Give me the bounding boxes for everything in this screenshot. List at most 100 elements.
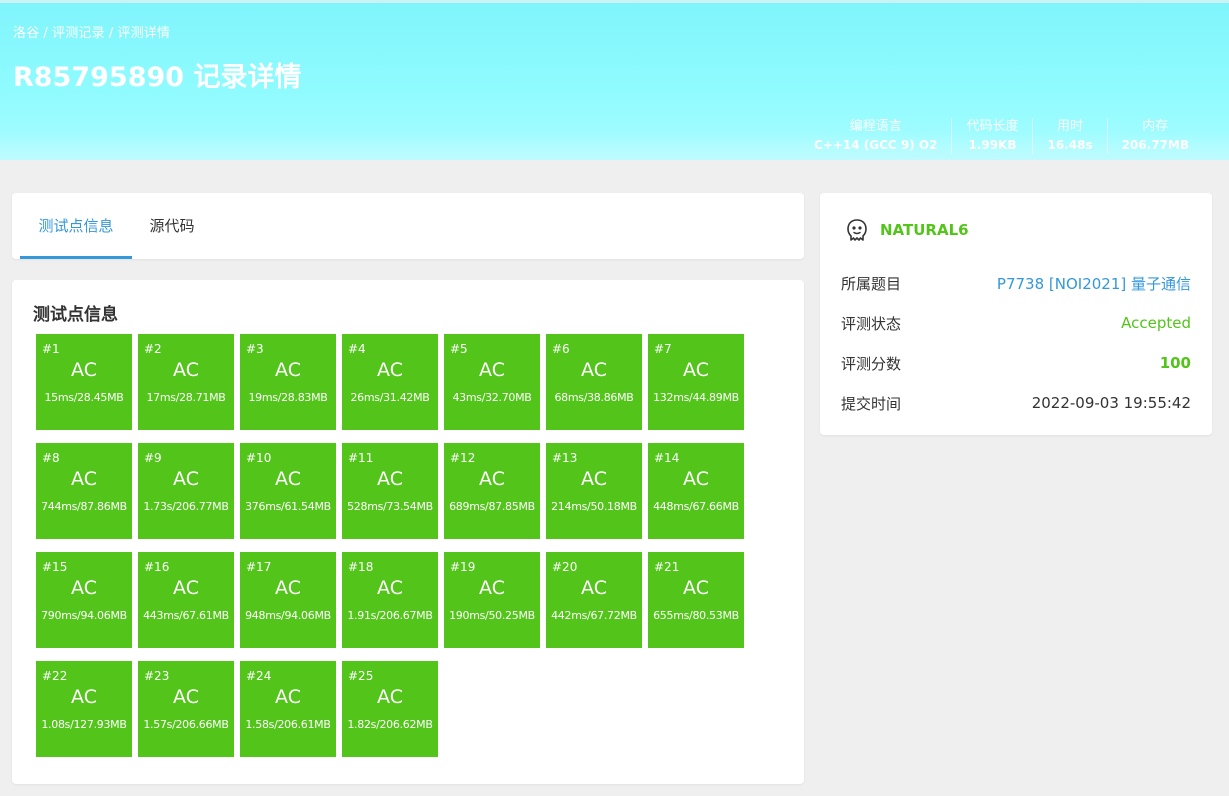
- testcase-id: #17: [246, 560, 272, 574]
- testcase-tile[interactable]: #11 AC 528ms/73.54MB: [342, 443, 438, 539]
- testcase-status: AC: [377, 359, 403, 381]
- stat-label: 编程语言: [849, 119, 902, 134]
- testcase-time-memory: 376ms/61.54MB: [245, 500, 331, 513]
- testcase-time-memory: 790ms/94.06MB: [41, 609, 127, 622]
- stat-value: 1.99KB: [968, 138, 1017, 152]
- testcase-time-memory: 448ms/67.66MB: [653, 500, 739, 513]
- testcase-status: AC: [581, 577, 607, 599]
- testcase-tile[interactable]: #24 AC 1.58s/206.61MB: [240, 661, 336, 757]
- testcase-id: #4: [348, 342, 366, 356]
- testcase-tile[interactable]: #6 AC 68ms/38.86MB: [546, 334, 642, 430]
- info-label: 评测状态: [841, 314, 902, 333]
- testcase-time-memory: 26ms/31.42MB: [350, 391, 430, 404]
- testcase-id: #21: [654, 560, 680, 574]
- testcase-grid: #1 AC 15ms/28.45MB #2 AC 17ms/28.71MB #3 AC 19ms…: [36, 334, 756, 757]
- testcase-id: #5: [450, 342, 468, 356]
- testcase-tile[interactable]: #16 AC 443ms/67.61MB: [138, 552, 234, 648]
- testcase-id: #6: [552, 342, 570, 356]
- testcase-id: #2: [144, 342, 162, 356]
- username-link[interactable]: NATURAL6: [880, 221, 969, 239]
- testcase-tile[interactable]: #20 AC 442ms/67.72MB: [546, 552, 642, 648]
- breadcrumb-separator: /: [108, 26, 114, 41]
- testcase-id: #25: [348, 669, 374, 683]
- status-value: Accepted: [1121, 314, 1191, 332]
- testcase-tile[interactable]: #15 AC 790ms/94.06MB: [36, 552, 132, 648]
- testcase-tile[interactable]: #2 AC 17ms/28.71MB: [138, 334, 234, 430]
- testcase-time-memory: 43ms/32.70MB: [452, 391, 532, 404]
- testcase-time-memory: 689ms/87.85MB: [449, 500, 535, 513]
- testcase-tile[interactable]: #23 AC 1.57s/206.66MB: [138, 661, 234, 757]
- testcase-tile[interactable]: #14 AC 448ms/67.66MB: [648, 443, 744, 539]
- testcase-tile[interactable]: #25 AC 1.82s/206.62MB: [342, 661, 438, 757]
- testcase-id: #11: [348, 451, 374, 465]
- testcase-tile[interactable]: #5 AC 43ms/32.70MB: [444, 334, 540, 430]
- testcase-time-memory: 655ms/80.53MB: [653, 609, 739, 622]
- testcase-tile[interactable]: #19 AC 190ms/50.25MB: [444, 552, 540, 648]
- testcase-tile[interactable]: #12 AC 689ms/87.85MB: [444, 443, 540, 539]
- user-avatar-icon: [847, 219, 867, 241]
- testcase-tile[interactable]: #17 AC 948ms/94.06MB: [240, 552, 336, 648]
- info-row-score: 评测分数 100: [841, 351, 1191, 375]
- testcase-id: #15: [42, 560, 68, 574]
- info-label: 评测分数: [841, 354, 902, 373]
- testcase-tile[interactable]: #1 AC 15ms/28.45MB: [36, 334, 132, 430]
- stat-code-length: 代码长度 1.99KB: [951, 118, 1032, 154]
- stat-memory: 内存 206.77MB: [1106, 118, 1203, 154]
- testcase-time-memory: 1.82s/206.62MB: [347, 718, 433, 731]
- testcase-id: #22: [42, 669, 68, 683]
- testcase-id: #9: [144, 451, 162, 465]
- testcase-status: AC: [275, 359, 301, 381]
- breadcrumb-item-luogu[interactable]: 洛谷: [13, 26, 39, 41]
- testcase-tile[interactable]: #21 AC 655ms/80.53MB: [648, 552, 744, 648]
- testcase-status: AC: [683, 468, 709, 490]
- breadcrumb-item-detail: 评测详情: [117, 26, 171, 41]
- testcase-status: AC: [275, 468, 301, 490]
- testcase-time-memory: 15ms/28.45MB: [44, 391, 124, 404]
- stat-label: 用时: [1057, 119, 1084, 134]
- testcase-time-memory: 1.91s/206.67MB: [347, 609, 433, 622]
- stat-value: C++14 (GCC 9) O2: [813, 138, 938, 152]
- testcase-status: AC: [71, 359, 97, 381]
- testcase-tile[interactable]: #22 AC 1.08s/127.93MB: [36, 661, 132, 757]
- testcase-tile[interactable]: #9 AC 1.73s/206.77MB: [138, 443, 234, 539]
- info-row-submit-time: 提交时间 2022-09-03 19:55:42: [841, 391, 1191, 415]
- testcase-time-memory: 1.57s/206.66MB: [143, 718, 229, 731]
- tab-testcase-info[interactable]: 测试点信息: [20, 193, 132, 259]
- testcase-status: AC: [173, 577, 199, 599]
- user-row: NATURAL6: [844, 217, 969, 243]
- info-label: 所属题目: [841, 274, 902, 293]
- testcase-status: AC: [479, 468, 505, 490]
- testcase-time-memory: 132ms/44.89MB: [653, 391, 739, 404]
- testcase-status: AC: [275, 686, 301, 708]
- stat-language: 编程语言 C++14 (GCC 9) O2: [800, 118, 951, 154]
- stat-value: 16.48s: [1047, 138, 1093, 152]
- record-stats: 编程语言 C++14 (GCC 9) O2 代码长度 1.99KB 用时 16.…: [800, 118, 1203, 154]
- testcase-tile[interactable]: #8 AC 744ms/87.86MB: [36, 443, 132, 539]
- testcase-status: AC: [71, 468, 97, 490]
- problem-link[interactable]: P7738 [NOI2021] 量子通信: [997, 273, 1191, 294]
- info-label: 提交时间: [841, 394, 902, 413]
- tab-source-code[interactable]: 源代码: [132, 193, 212, 259]
- testcase-tile[interactable]: #3 AC 19ms/28.83MB: [240, 334, 336, 430]
- testcase-id: #13: [552, 451, 578, 465]
- testcase-time-memory: 528ms/73.54MB: [347, 500, 433, 513]
- testcase-tile[interactable]: #4 AC 26ms/31.42MB: [342, 334, 438, 430]
- testcase-status: AC: [683, 359, 709, 381]
- stat-value: 206.77MB: [1121, 138, 1189, 152]
- breadcrumb-item-records[interactable]: 评测记录: [52, 26, 105, 41]
- testcase-id: #12: [450, 451, 476, 465]
- record-info-card: NATURAL6 所属题目 P7738 [NOI2021] 量子通信 评测状态 …: [820, 193, 1212, 435]
- testcase-status: AC: [479, 577, 505, 599]
- testcase-time-memory: 68ms/38.86MB: [554, 391, 634, 404]
- testcase-tile[interactable]: #18 AC 1.91s/206.67MB: [342, 552, 438, 648]
- testcase-status: AC: [581, 468, 607, 490]
- testcase-time-memory: 443ms/67.61MB: [143, 609, 229, 622]
- testcase-tile[interactable]: #10 AC 376ms/61.54MB: [240, 443, 336, 539]
- testcase-id: #7: [654, 342, 672, 356]
- submit-time-value: 2022-09-03 19:55:42: [1031, 394, 1191, 412]
- testcase-time-memory: 19ms/28.83MB: [248, 391, 328, 404]
- testcase-id: #23: [144, 669, 170, 683]
- testcase-tile[interactable]: #7 AC 132ms/44.89MB: [648, 334, 744, 430]
- testcase-status: AC: [377, 468, 403, 490]
- testcase-tile[interactable]: #13 AC 214ms/50.18MB: [546, 443, 642, 539]
